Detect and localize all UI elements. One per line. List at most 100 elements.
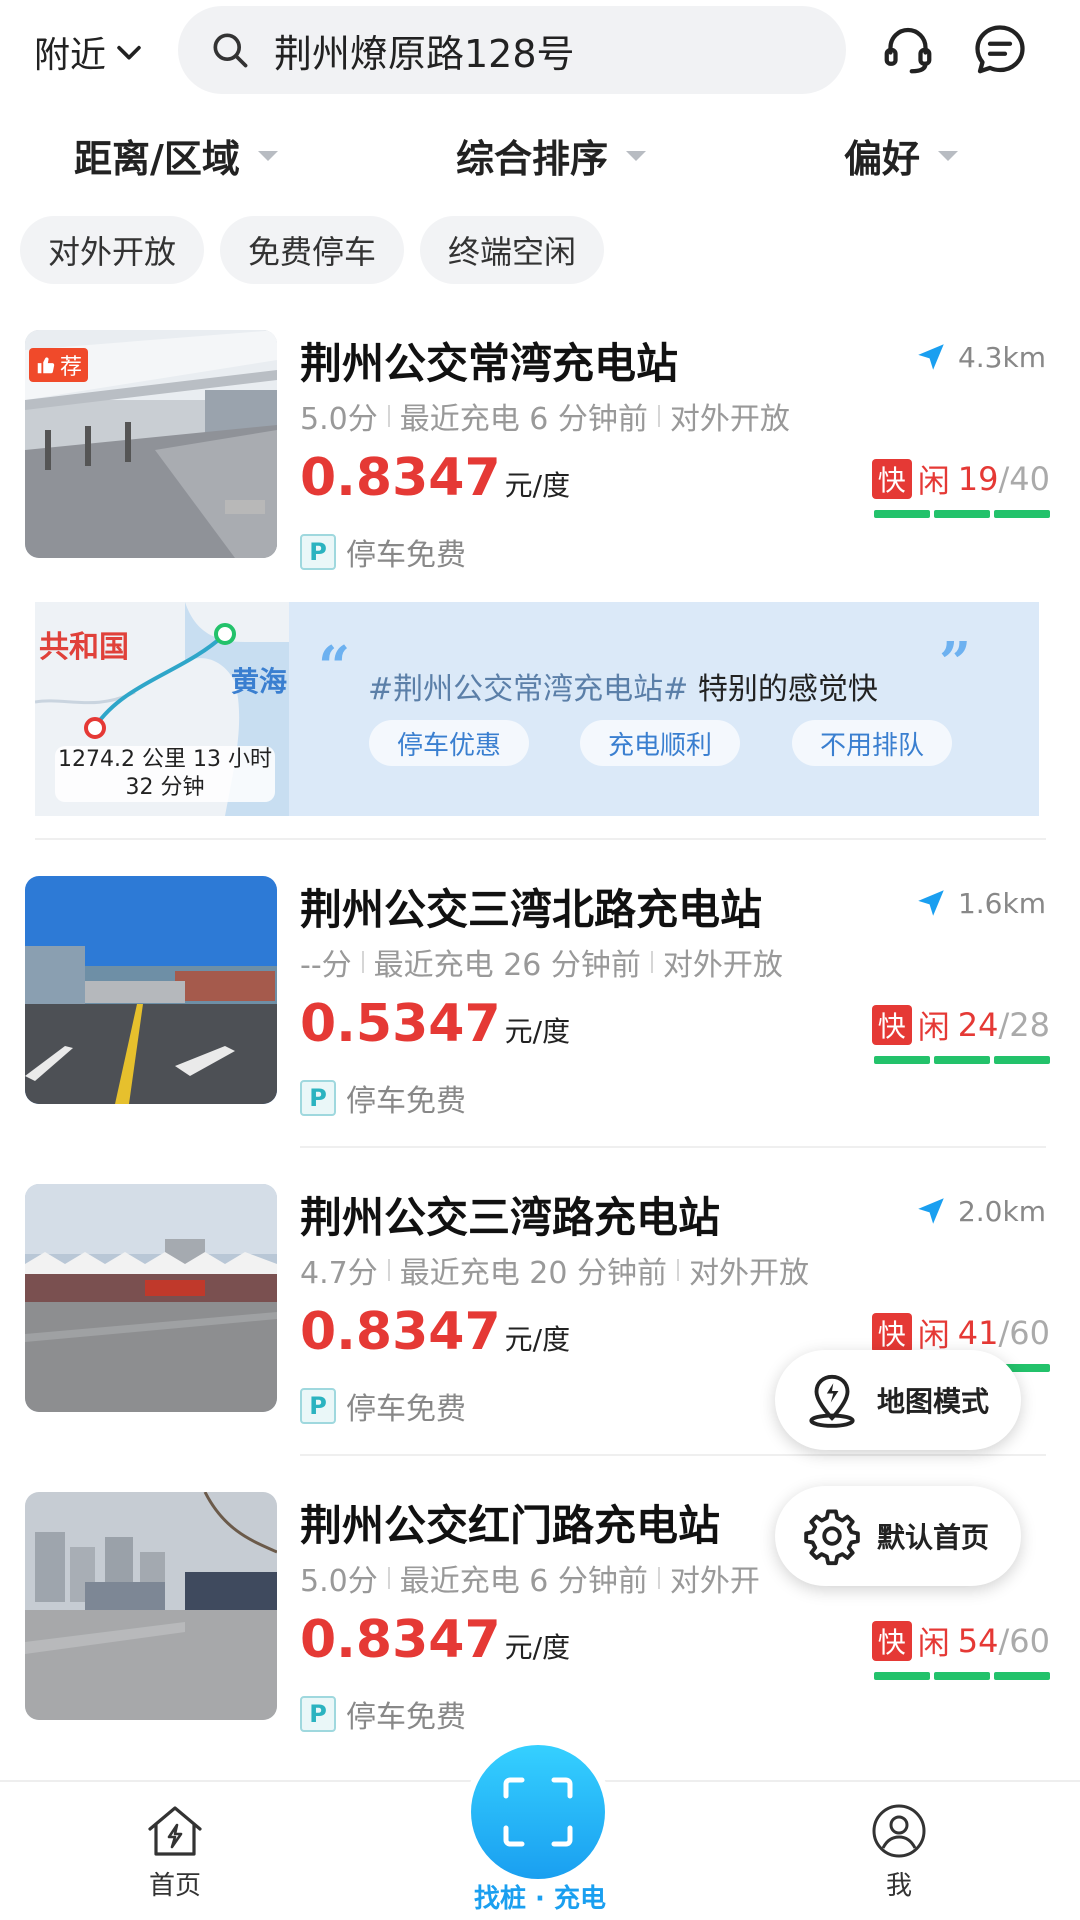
thumbs-up-icon [37, 357, 55, 374]
parking-info: P 停车免费 [300, 1692, 466, 1736]
triangle-down-icon [257, 150, 278, 161]
divider [35, 838, 1046, 840]
search-bar[interactable]: 荆州燎原路128号 [178, 6, 846, 94]
tab-home[interactable]: 首页 [130, 1803, 220, 1902]
scan-icon [503, 1777, 573, 1847]
price: 0.8347 元/度 [300, 1610, 570, 1670]
total-count: /60 [998, 1314, 1051, 1352]
parking-label: 停车免费 [346, 1084, 466, 1119]
rating: --分 [300, 948, 352, 983]
station-name: 荆州公交三湾路充电站 [300, 1193, 721, 1242]
divider [300, 1146, 1046, 1148]
home-lightning-icon [148, 1806, 202, 1856]
station-photo [25, 1184, 277, 1412]
station-meta: --分 最近充电 26 分钟前 对外开放 [300, 940, 783, 984]
filter-preference[interactable]: 偏好 [844, 128, 959, 183]
recommended-label: 荐 [60, 355, 83, 380]
price-value: 0.8347 [300, 1610, 501, 1670]
price: 0.5347 元/度 [300, 994, 570, 1054]
default-home-button[interactable]: 默认首页 [775, 1486, 1021, 1586]
last-charge: 最近充电 20 分钟前 [399, 1256, 667, 1291]
customer-service-icon[interactable] [878, 20, 938, 80]
triangle-down-icon [938, 150, 959, 161]
route-summary: 1274.2 公里 13 小时 32 分钟 [55, 746, 275, 802]
review-comment: 特别的感觉快 [688, 672, 878, 707]
station-photo [25, 1492, 277, 1720]
access-status: 对外开放 [688, 1256, 809, 1291]
parking-info: P 停车免费 [300, 1384, 466, 1428]
tab-find-charge-label[interactable]: 找桩 · 充电 [440, 1878, 640, 1915]
station-name: 荆州公交红门路充电站 [300, 1501, 721, 1550]
last-charge: 最近充电 6 分钟前 [399, 1564, 648, 1599]
free-count: 19 [957, 460, 999, 498]
parking-icon: P [300, 1696, 336, 1732]
top-bar: 附近 荆州燎原路128号 [0, 0, 1080, 100]
idle-label: 闲 [917, 1624, 950, 1662]
price-unit: 元/度 [504, 1631, 571, 1664]
last-charge: 最近充电 26 分钟前 [373, 948, 641, 983]
chip-terminal-idle[interactable]: 终端空闲 [420, 216, 605, 284]
parking-info: P 停车免费 [300, 1076, 466, 1120]
access-status: 对外开 [669, 1564, 760, 1599]
filter-distance-area[interactable]: 距离/区域 [74, 128, 278, 183]
total-count: /60 [998, 1622, 1051, 1660]
fast-charge-badge: 快 [871, 1313, 912, 1353]
parking-label: 停车免费 [346, 1392, 466, 1427]
scan-button[interactable] [464, 1738, 612, 1886]
map-sea-label: 黄海 [231, 665, 288, 698]
station-card[interactable]: 荆州公交三湾北路充电站 1.6km --分 最近充电 26 分钟前 对外开放 0… [0, 876, 1080, 1166]
availability-bars [874, 510, 1050, 518]
station-card[interactable]: 荐 荆州公交常湾充电站 4.3km 5.0分 最近充电 6 分钟前 对外开放 0… [0, 330, 1080, 620]
tab-me[interactable]: 我 [854, 1803, 944, 1902]
navigation-arrow-icon [918, 1198, 944, 1224]
price: 0.8347 元/度 [300, 448, 570, 508]
station-photo: 荐 [25, 330, 277, 558]
default-home-label: 默认首页 [877, 1521, 990, 1554]
availability-bars [874, 1672, 1050, 1680]
search-icon [213, 33, 248, 68]
availability: 快 闲 24 /28 [871, 1002, 1051, 1048]
search-input[interactable]: 荆州燎原路128号 [274, 23, 575, 78]
fast-charge-badge: 快 [871, 459, 912, 499]
location-selector[interactable]: 附近 [34, 26, 146, 78]
free-count: 41 [957, 1314, 999, 1352]
map-mode-label: 地图模式 [877, 1385, 990, 1418]
chip-free-parking[interactable]: 免费停车 [220, 216, 405, 284]
station-name: 荆州公交常湾充电站 [300, 339, 679, 388]
triangle-down-icon [626, 150, 647, 161]
price-value: 0.5347 [300, 994, 501, 1054]
price-unit: 元/度 [504, 1323, 571, 1356]
idle-label: 闲 [917, 462, 950, 500]
close-quote-icon: ” [939, 630, 972, 696]
divider [300, 1454, 1046, 1456]
map-mode-button[interactable]: 地图模式 [775, 1350, 1021, 1450]
price-unit: 元/度 [504, 469, 571, 502]
fast-charge-badge: 快 [871, 1621, 912, 1661]
filter-sort[interactable]: 综合排序 [456, 128, 647, 183]
map-pin-lightning-icon [809, 1374, 855, 1428]
distance-value: 1.6km [957, 886, 1046, 920]
tab-me-label: 我 [885, 1871, 912, 1901]
location-label: 附近 [34, 35, 107, 76]
review-banner[interactable]: 共和国 黄海 1274.2 公里 13 小时 32 分钟 “ ” #荆州公交常湾… [35, 602, 1039, 816]
distance-value: 4.3km [957, 340, 1046, 374]
message-icon[interactable] [970, 20, 1030, 80]
distance: 2.0km [914, 1194, 1046, 1228]
banner-chip-smooth-charging[interactable]: 充电顺利 [580, 720, 741, 766]
parking-icon: P [300, 1080, 336, 1116]
banner-chip-no-queue[interactable]: 不用排队 [792, 720, 953, 766]
parking-icon: P [300, 1388, 336, 1424]
free-count: 24 [957, 1006, 999, 1044]
rating: 4.7分 [300, 1256, 378, 1291]
filter-row: 距离/区域 综合排序 偏好 [0, 128, 1080, 192]
total-count: /28 [998, 1006, 1051, 1044]
review-text: #荆州公交常湾充电站# 特别的感觉快 [368, 664, 878, 708]
chip-open-to-public[interactable]: 对外开放 [20, 216, 205, 284]
distance: 1.6km [914, 886, 1046, 920]
rating: 5.0分 [300, 402, 378, 437]
map-country-label: 共和国 [39, 630, 129, 665]
chevron-down-icon [117, 45, 141, 60]
station-meta: 5.0分 最近充电 6 分钟前 对外开放 [300, 394, 790, 438]
user-icon [872, 1804, 926, 1858]
banner-chip-parking-discount[interactable]: 停车优惠 [369, 720, 530, 766]
